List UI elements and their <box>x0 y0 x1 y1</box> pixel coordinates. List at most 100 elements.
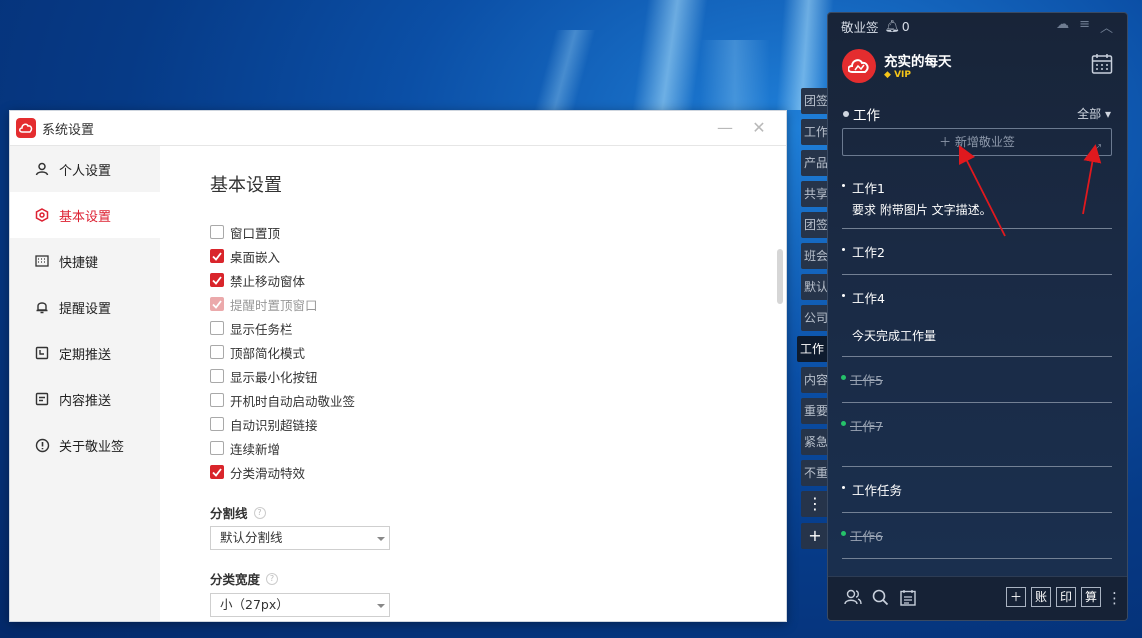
note-title: 工作5 <box>841 370 1112 389</box>
help-icon[interactable]: ? <box>253 506 266 519</box>
option-row[interactable]: 显示最小化按钮 <box>210 364 355 388</box>
check-icon <box>212 251 222 261</box>
expand-icon[interactable]: ⤢ <box>1093 136 1101 162</box>
more-vertical-icon[interactable]: ⋮ <box>1107 589 1122 607</box>
category-tab[interactable]: 内容 <box>801 367 829 393</box>
category-tab[interactable]: 默认 <box>801 274 829 300</box>
category-tab[interactable]: 工作 <box>797 336 831 362</box>
widget-toolbar: ＋ 账 印 算 ⋮ <box>828 576 1127 620</box>
note-title: 工作2 <box>842 242 1112 261</box>
list-item[interactable]: 工作7 <box>841 416 1112 435</box>
option-label: 分类滑动特效 <box>230 465 306 481</box>
list-item[interactable]: 工作5 <box>841 370 1112 389</box>
add-icon[interactable]: ＋ <box>1006 587 1026 607</box>
profile-section: 充实的每天 ◆ VIP <box>828 39 1127 97</box>
sidebar-item-content-push[interactable]: 内容推送 <box>10 376 160 422</box>
menu-icon[interactable]: ≡ <box>1079 17 1090 36</box>
width-select[interactable]: 小（27px） <box>210 593 390 617</box>
option-label: 提醒时置顶窗口 <box>230 297 318 313</box>
option-row[interactable]: 显示任务栏 <box>210 316 355 340</box>
checkbox[interactable] <box>210 249 224 263</box>
width-select-value: 小（27px） <box>220 597 289 612</box>
option-row[interactable]: 分类滑动特效 <box>210 460 355 484</box>
minimize-icon[interactable]: — <box>714 117 736 139</box>
checkbox[interactable] <box>210 273 224 287</box>
widget-header[interactable]: 敬业签 🔔︎ 0 ☁ ≡ ︿ <box>828 13 1127 39</box>
divider-select[interactable]: 默认分割线 <box>210 526 390 550</box>
ledger-button[interactable]: 账 <box>1031 587 1051 607</box>
checkbox[interactable] <box>210 225 224 239</box>
note-divider <box>842 558 1112 559</box>
option-row[interactable]: 自动识别超链接 <box>210 412 355 436</box>
sidebar-item-about[interactable]: 关于敬业签 <box>10 422 160 468</box>
checkbox[interactable] <box>210 465 224 479</box>
list-item[interactable]: 工作2 <box>842 242 1112 261</box>
option-label: 顶部简化模式 <box>230 345 306 361</box>
category-tab[interactable]: 紧急 <box>801 429 829 455</box>
calendar-list-icon[interactable] <box>900 589 916 610</box>
category-tab[interactable]: 班会 <box>801 243 829 269</box>
avatar[interactable] <box>842 49 876 83</box>
option-row[interactable]: 连续新增 <box>210 436 355 460</box>
close-icon[interactable]: ✕ <box>748 117 770 139</box>
list-item[interactable]: 工作任务 <box>842 480 1112 499</box>
scrollbar[interactable] <box>777 249 783 304</box>
width-label: 分类宽度 <box>210 572 261 587</box>
print-button[interactable]: 印 <box>1056 587 1076 607</box>
note-body: 要求 附带图片 文字描述。 <box>852 203 992 217</box>
calculator-button[interactable]: 算 <box>1081 587 1101 607</box>
option-row[interactable]: 窗口置顶 <box>210 220 355 244</box>
list-item[interactable]: 工作4 今天完成工作量 <box>842 288 1112 344</box>
category-tab[interactable]: 公司 <box>801 305 829 331</box>
title-bar[interactable]: 系统设置 — ✕ <box>10 111 786 146</box>
option-row[interactable]: 顶部简化模式 <box>210 340 355 364</box>
checkbox[interactable] <box>210 297 224 311</box>
checkbox[interactable] <box>210 417 224 431</box>
add-category-icon[interactable]: + <box>801 523 829 549</box>
contacts-icon[interactable] <box>844 589 862 609</box>
filter-dropdown[interactable]: 全部 ▾ <box>1077 105 1111 122</box>
divider-label: 分割线 <box>210 506 248 521</box>
sidebar-item-label: 关于敬业签 <box>59 439 125 455</box>
option-row[interactable]: 桌面嵌入 <box>210 244 355 268</box>
list-item[interactable]: 工作6 <box>841 526 1112 545</box>
sidebar-item-label: 个人设置 <box>59 163 112 179</box>
option-row[interactable]: 禁止移动窗体 <box>210 268 355 292</box>
sidebar-item-scheduled[interactable]: 定期推送 <box>10 330 160 376</box>
help-icon[interactable]: ? <box>266 572 279 585</box>
bell-icon[interactable]: 🔔︎ <box>885 19 900 33</box>
category-dot-icon <box>843 111 849 117</box>
vip-badge: ◆ VIP <box>884 70 911 80</box>
sidebar-item-basic[interactable]: 基本设置 <box>10 192 160 238</box>
user-icon <box>34 161 50 177</box>
category-tab[interactable]: 共享 <box>801 181 829 207</box>
calendar-icon[interactable] <box>1091 53 1113 79</box>
option-row[interactable]: 开机时自动启动敬业签 <box>210 388 355 412</box>
category-tab[interactable]: 工作 <box>801 119 829 145</box>
sidebar-item-reminder[interactable]: 提醒设置 <box>10 284 160 330</box>
plus-icon: ＋ <box>939 135 952 149</box>
option-row[interactable]: 提醒时置顶窗口 <box>210 292 355 316</box>
checkbox[interactable] <box>210 441 224 455</box>
note-title: 工作任务 <box>842 480 1112 499</box>
username: 充实的每天 <box>884 54 952 70</box>
cloud-sync-icon[interactable]: ☁ <box>1056 17 1069 36</box>
chevron-down-icon <box>377 537 385 541</box>
checkbox[interactable] <box>210 345 224 359</box>
category-tab[interactable]: 团签 <box>801 88 829 114</box>
sidebar-item-shortcuts[interactable]: 快捷键 <box>10 238 160 284</box>
more-tabs-icon[interactable]: ⋮ <box>801 491 829 517</box>
collapse-icon[interactable]: ︿ <box>1100 17 1113 36</box>
sidebar-item-personal[interactable]: 个人设置 <box>10 146 160 192</box>
category-tab[interactable]: 不重 <box>801 460 829 486</box>
category-tab[interactable]: 重要 <box>801 398 829 424</box>
search-icon[interactable] <box>872 589 889 610</box>
checkbox[interactable] <box>210 369 224 383</box>
category-tab[interactable]: 团签 <box>801 212 829 238</box>
category-tab[interactable]: 产品 <box>801 150 829 176</box>
add-note-button[interactable]: ＋ 新增敬业签 ⤢ <box>842 128 1112 156</box>
checkbox[interactable] <box>210 321 224 335</box>
settings-content: 基本设置 窗口置顶 桌面嵌入 禁止移动窗体 提醒时置顶窗口 显示任务栏 顶部简化模式 显示最… <box>160 146 786 621</box>
checkbox[interactable] <box>210 393 224 407</box>
list-item[interactable]: 工作1 要求 附带图片 文字描述。 <box>842 178 1112 218</box>
